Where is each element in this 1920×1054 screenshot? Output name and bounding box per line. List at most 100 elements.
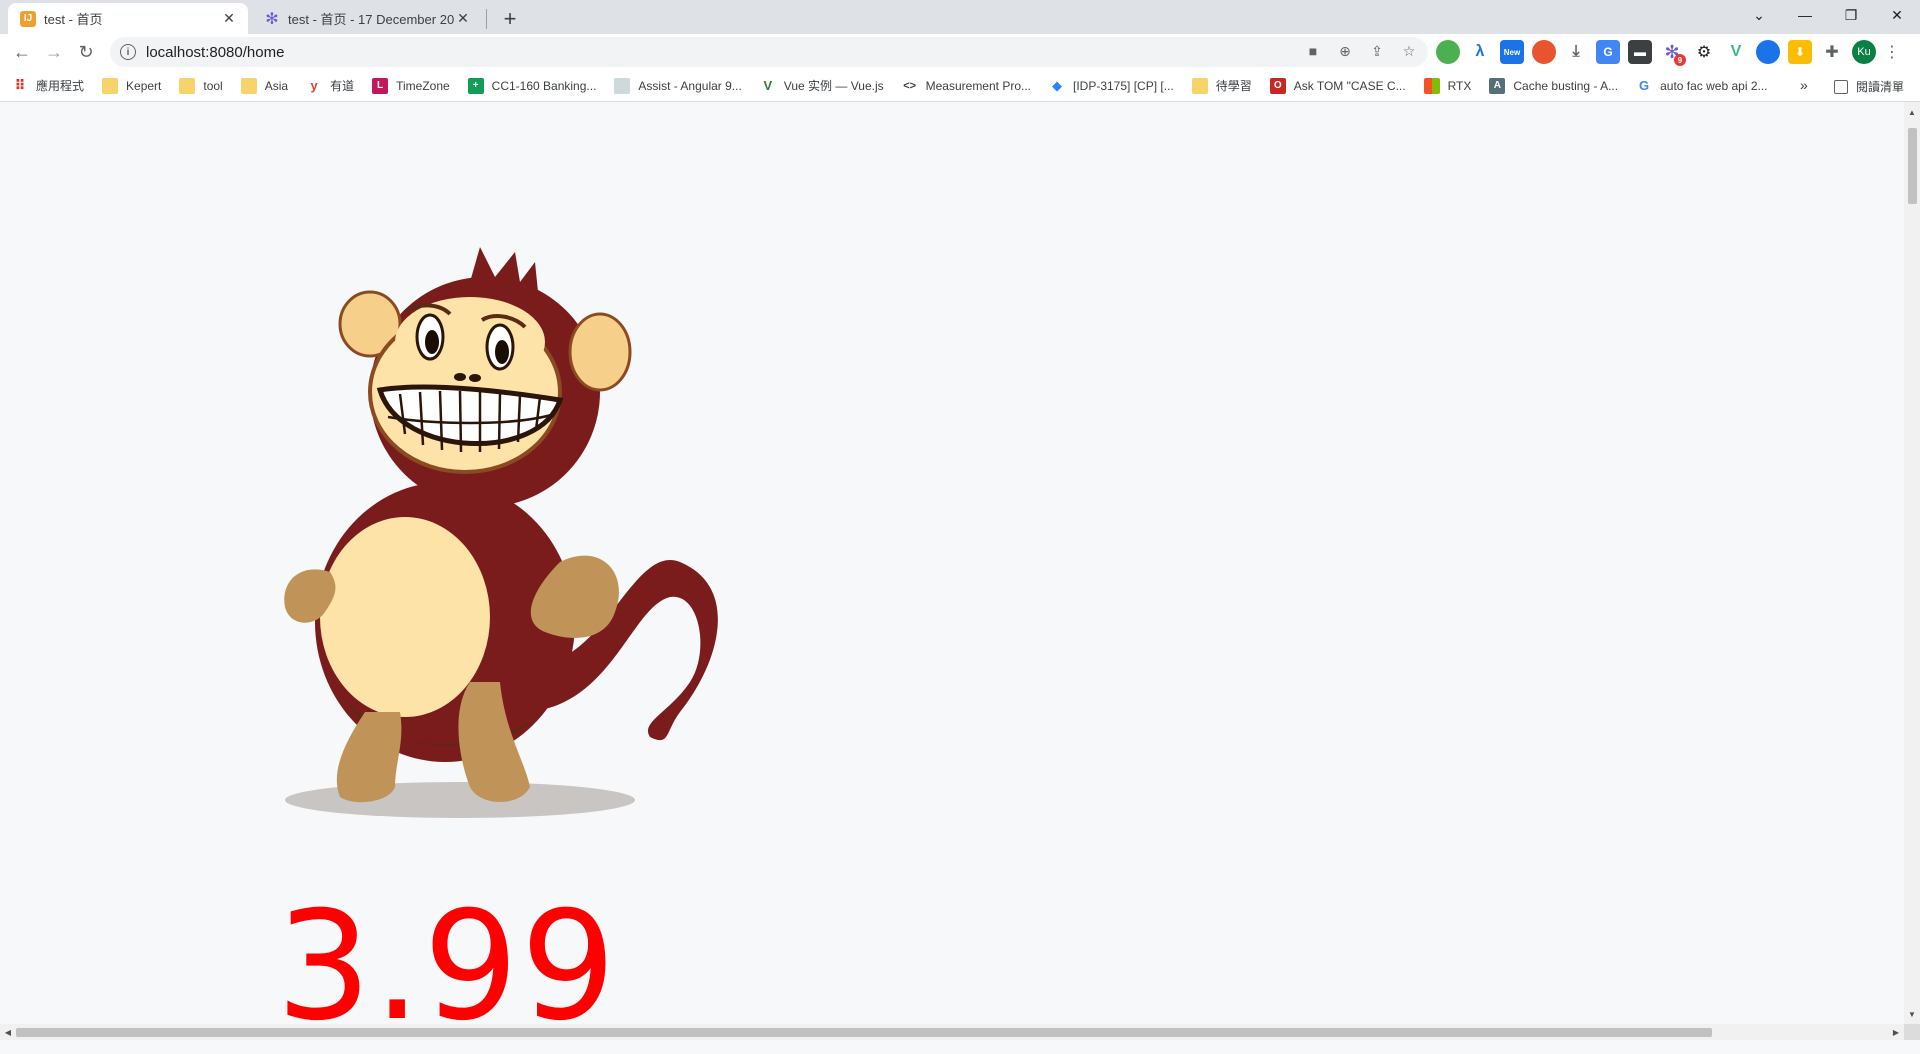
bookmark-cc1-banking[interactable]: + CC1-160 Banking... bbox=[467, 77, 596, 94]
oracle-icon: O bbox=[1269, 77, 1286, 94]
minimize-button[interactable]: — bbox=[1782, 0, 1828, 30]
horizontal-scrollbar[interactable]: ◀ ▶ bbox=[0, 1024, 1904, 1040]
bookmark-label: 待學習 bbox=[1215, 79, 1252, 93]
bookmark-apps[interactable]: ⠿ 應用程式 bbox=[12, 77, 84, 94]
tab-inactive[interactable]: ✻ test - 首页 - 17 December 2021 ✕ bbox=[252, 3, 482, 34]
bookmark-auto-fac[interactable]: G auto fac web api 2... bbox=[1636, 78, 1767, 94]
share-icon[interactable]: ⇪ bbox=[1368, 42, 1386, 60]
bookmark-label: auto fac web api 2... bbox=[1660, 78, 1768, 93]
google-icon: G bbox=[1639, 78, 1650, 93]
vue-icon: V bbox=[763, 78, 773, 93]
intellij-favicon-icon: IJ bbox=[20, 10, 36, 27]
tab-active[interactable]: IJ test - 首页 ✕ bbox=[8, 3, 248, 34]
globe-extension-icon[interactable] bbox=[1436, 40, 1460, 64]
bookmark-jira[interactable]: ◆ [IDP-3175] [CP] [... bbox=[1049, 78, 1174, 94]
bookmark-label: Measurement Pro... bbox=[925, 78, 1031, 93]
bookmark-label: Cache busting - A... bbox=[1513, 78, 1619, 93]
bookmark-folder-tool[interactable]: tool bbox=[179, 77, 223, 94]
scroll-up-icon[interactable]: ▲ bbox=[1904, 104, 1920, 120]
bookmark-vue[interactable]: V Vue 实例 — Vue.js bbox=[760, 77, 883, 94]
reading-list-button[interactable]: 閱讀清單 bbox=[1834, 78, 1904, 95]
download-manager-extension-icon[interactable]: ⬇ bbox=[1788, 40, 1812, 64]
gear-extension-icon[interactable]: ✻ 9 bbox=[1660, 40, 1686, 66]
tab-separator bbox=[486, 9, 487, 29]
bookmark-label: [IDP-3175] [CP] [... bbox=[1073, 78, 1174, 93]
folder-icon bbox=[240, 77, 257, 94]
bookmark-folder-asia[interactable]: Asia bbox=[240, 77, 289, 94]
scroll-down-icon[interactable]: ▼ bbox=[1904, 1006, 1920, 1022]
site-info-icon[interactable]: i bbox=[120, 44, 136, 60]
tab-title: test - 首页 bbox=[44, 12, 103, 27]
timezone-icon: L bbox=[372, 77, 389, 94]
url-input[interactable] bbox=[144, 42, 1044, 62]
new-tab-button[interactable]: + bbox=[496, 5, 524, 33]
forward-button[interactable]: → bbox=[40, 38, 68, 66]
reload-button[interactable]: ↻ bbox=[72, 38, 100, 66]
apps-grid-icon: ⠿ bbox=[14, 77, 26, 93]
bookmark-star-icon[interactable]: ☆ bbox=[1400, 42, 1418, 60]
horizontal-scroll-thumb[interactable] bbox=[16, 1028, 1712, 1037]
tab-search-button[interactable]: ⌄ bbox=[1736, 0, 1782, 30]
bookmark-youdao[interactable]: y 有道 bbox=[306, 77, 354, 94]
bookmark-label: Kepert bbox=[126, 78, 162, 93]
window-close-button[interactable]: ✕ bbox=[1874, 0, 1920, 30]
bookmark-label: RTX bbox=[1447, 78, 1472, 93]
extensions-area: λ New ⤓ G ▬ ✻ 9 ⚙ V ⬇ ✚ Ku ⋮ bbox=[1436, 40, 1900, 66]
terminal-extension-icon[interactable]: ▬ bbox=[1628, 40, 1652, 64]
scroll-right-icon[interactable]: ▶ bbox=[1888, 1024, 1904, 1040]
bookmark-cache-busting[interactable]: A Cache busting - A... bbox=[1489, 77, 1619, 94]
gear-favicon-icon: ✻ bbox=[265, 10, 279, 28]
bookmark-rtx[interactable]: RTX bbox=[1423, 77, 1472, 94]
restore-button[interactable]: ❐ bbox=[1828, 0, 1874, 30]
reading-list-icon bbox=[1834, 79, 1848, 94]
windows-icon bbox=[1423, 77, 1440, 94]
zoom-icon[interactable]: ⊕ bbox=[1336, 42, 1354, 60]
reading-list-label: 閱讀清單 bbox=[1856, 80, 1905, 94]
bookmark-label: Asia bbox=[264, 78, 289, 93]
bookmark-label: tool bbox=[203, 78, 223, 93]
bookmarks-overflow-icon[interactable]: » bbox=[1800, 77, 1808, 93]
camera-icon[interactable]: ■ bbox=[1304, 42, 1322, 60]
code-icon: <> bbox=[903, 79, 917, 92]
download-icon[interactable]: ⤓ bbox=[1564, 40, 1588, 64]
back-button[interactable]: ← bbox=[8, 38, 36, 66]
plus-cross-icon: + bbox=[467, 77, 484, 94]
browser-menu-icon[interactable]: ⋮ bbox=[1884, 40, 1900, 64]
vertical-scroll-thumb[interactable] bbox=[1908, 128, 1917, 204]
bookmark-label: Assist - Angular 9... bbox=[638, 78, 742, 93]
price-display: 3.99 bbox=[276, 880, 618, 1054]
browser-toolbar: ← → ↻ i ■ ⊕ ⇪ ☆ λ New ⤓ G ▬ ✻9 ⚙ V ⬇ ✚ K… bbox=[0, 34, 1920, 70]
bookmark-timezone[interactable]: L TimeZone bbox=[372, 77, 450, 94]
folder-icon bbox=[102, 77, 119, 94]
settings-gear-icon[interactable]: ⚙ bbox=[1692, 40, 1716, 64]
bookmark-label: Ask TOM "CASE C... bbox=[1293, 78, 1406, 93]
bookmark-assist-angular[interactable]: Assist - Angular 9... bbox=[614, 77, 742, 94]
scroll-left-icon[interactable]: ◀ bbox=[0, 1024, 16, 1040]
red-extension-icon[interactable] bbox=[1532, 40, 1556, 64]
bookmark-label: 應用程式 bbox=[36, 79, 85, 93]
page-icon bbox=[614, 77, 631, 94]
folder-icon bbox=[179, 77, 196, 94]
vertical-scrollbar[interactable]: ▲ ▼ bbox=[1904, 102, 1920, 1024]
bookmark-folder-study[interactable]: 待學習 bbox=[1191, 77, 1252, 94]
blue-circle-extension-icon[interactable] bbox=[1756, 40, 1780, 64]
translate-icon[interactable]: G bbox=[1596, 40, 1620, 64]
close-icon[interactable]: ✕ bbox=[454, 10, 472, 28]
monkey-image bbox=[284, 247, 718, 818]
page-content: 3.99 bbox=[0, 102, 1904, 1042]
ng-icon: A bbox=[1489, 77, 1506, 94]
bookmark-ask-tom[interactable]: O Ask TOM "CASE C... bbox=[1269, 77, 1406, 94]
tab-title: test - 首页 - 17 December 2021 bbox=[288, 12, 454, 27]
extension-badge: 9 bbox=[1674, 54, 1686, 66]
bookmark-measurement[interactable]: <> Measurement Pro... bbox=[902, 78, 1031, 94]
new-extension-icon[interactable]: New bbox=[1500, 40, 1524, 64]
lambda-extension-icon[interactable]: λ bbox=[1468, 40, 1492, 64]
puzzle-extensions-icon[interactable]: ✚ bbox=[1820, 40, 1844, 64]
bookmarks-bar: ⠿ 應用程式 Kepert tool Asia y 有道 L TimeZone … bbox=[0, 70, 1920, 102]
profile-avatar[interactable]: Ku bbox=[1852, 40, 1876, 64]
close-icon[interactable]: ✕ bbox=[220, 10, 238, 28]
tab-strip: IJ test - 首页 ✕ ✻ test - 首页 - 17 December… bbox=[0, 0, 1920, 34]
vue-devtools-icon[interactable]: V bbox=[1724, 40, 1748, 64]
bookmark-folder-kepert[interactable]: Kepert bbox=[102, 77, 162, 94]
address-bar[interactable]: i ■ ⊕ ⇪ ☆ bbox=[110, 37, 1428, 67]
